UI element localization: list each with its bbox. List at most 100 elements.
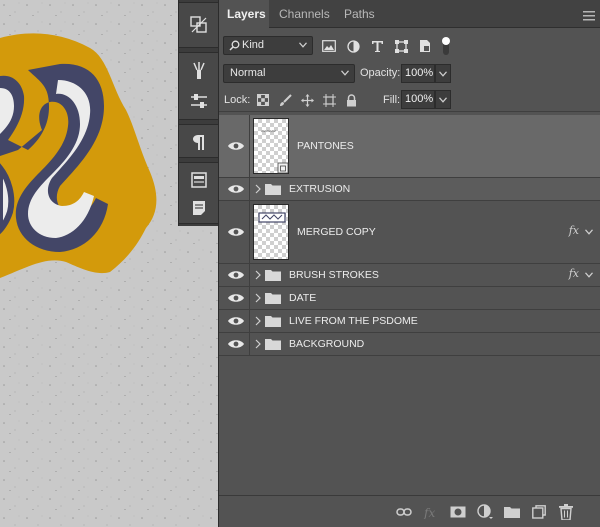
chevron-down-icon xyxy=(439,70,447,77)
layer-name[interactable]: PANTONES xyxy=(297,140,354,152)
folder-icon xyxy=(265,339,281,350)
layer-name[interactable]: BACKGROUND xyxy=(289,338,364,350)
paragraph-icon[interactable] xyxy=(187,130,211,154)
adjustment-filter-icon[interactable] xyxy=(345,38,361,54)
row-divider xyxy=(249,115,250,177)
folder-icon xyxy=(265,293,281,304)
dock-group-2 xyxy=(179,52,219,120)
row-divider xyxy=(249,333,250,355)
layer-name[interactable]: LIVE FROM THE PSDOME xyxy=(289,315,418,327)
layer-mask-icon[interactable] xyxy=(450,504,466,520)
layer-name[interactable]: EXTRUSION xyxy=(289,183,350,195)
layer-name[interactable]: DATE xyxy=(289,292,316,304)
clone-source-icon[interactable] xyxy=(187,13,211,37)
brush-presets-icon[interactable] xyxy=(187,59,211,83)
kind-filter-dropdown[interactable]: Kind xyxy=(223,36,313,55)
visibility-eye-icon[interactable] xyxy=(227,315,245,327)
folder-icon xyxy=(265,184,281,195)
visibility-eye-icon[interactable] xyxy=(227,183,245,195)
layer-effects-badge[interactable]: fx xyxy=(569,267,579,280)
layer-row-background[interactable]: BACKGROUND xyxy=(219,333,600,356)
row-divider xyxy=(249,201,250,263)
tab-channels[interactable]: Channels xyxy=(271,0,333,28)
layer-effects-badge[interactable]: fx xyxy=(569,224,579,237)
layer-style-icon[interactable]: fx xyxy=(423,504,439,520)
shape-filter-icon[interactable] xyxy=(393,38,409,54)
chevron-right-icon[interactable] xyxy=(254,293,262,303)
lettering-thumbnail-icon xyxy=(258,212,286,223)
layer-thumbnail xyxy=(253,204,289,260)
delete-layer-icon[interactable] xyxy=(558,504,574,520)
lock-row: Lock: Fill: 100% xyxy=(219,88,600,112)
filter-toggle-icon[interactable] xyxy=(440,36,452,56)
smart-object-filter-icon[interactable] xyxy=(417,38,433,54)
filter-row: Kind xyxy=(219,34,600,58)
lock-artboard-icon[interactable] xyxy=(321,92,337,108)
layer-name[interactable]: BRUSH STROKES xyxy=(289,269,379,281)
link-layers-icon[interactable] xyxy=(396,504,412,520)
chevron-right-icon[interactable] xyxy=(254,316,262,326)
chevron-down-icon xyxy=(299,42,307,48)
visibility-eye-icon[interactable] xyxy=(227,338,245,350)
properties-icon[interactable] xyxy=(187,168,211,192)
row-divider xyxy=(249,264,250,286)
kind-filter-label: Kind xyxy=(242,39,265,51)
tab-layers[interactable]: Layers xyxy=(219,0,269,29)
smart-object-badge-icon: ~~~ xyxy=(261,128,289,174)
type-filter-icon[interactable] xyxy=(369,38,385,54)
lock-transparent-icon[interactable] xyxy=(255,92,271,108)
layer-thumbnail: ~~~ xyxy=(253,118,289,174)
layer-row-merged-copy[interactable]: MERGED COPY fx xyxy=(219,201,600,264)
chevron-down-icon[interactable] xyxy=(585,229,593,235)
lock-image-icon[interactable] xyxy=(277,92,293,108)
fill-slider-toggle[interactable] xyxy=(435,90,451,109)
visibility-eye-icon[interactable] xyxy=(227,292,245,304)
dock-group-1 xyxy=(179,2,219,48)
layer-row-brush-strokes[interactable]: BRUSH STROKES fx xyxy=(219,264,600,287)
layer-row-pantones[interactable]: ~~~ PANTONES xyxy=(219,115,600,178)
dock-group-3 xyxy=(179,124,219,158)
chevron-right-icon[interactable] xyxy=(254,339,262,349)
visibility-eye-icon[interactable] xyxy=(227,140,245,152)
adjustments-sliders-icon[interactable] xyxy=(187,89,211,113)
fill-label: Fill: xyxy=(383,94,401,106)
chevron-down-icon[interactable] xyxy=(585,272,593,278)
opacity-label: Opacity: xyxy=(360,67,401,79)
svg-text:fx: fx xyxy=(423,506,435,519)
row-divider xyxy=(249,287,250,309)
chevron-down-icon xyxy=(439,96,447,103)
layer-row-live-from-the-psdome[interactable]: LIVE FROM THE PSDOME xyxy=(219,310,600,333)
layers-bottom-toolbar: fx xyxy=(219,495,600,527)
lock-position-icon[interactable] xyxy=(299,92,315,108)
fill-input[interactable]: 100% xyxy=(401,90,435,109)
tab-paths[interactable]: Paths xyxy=(336,0,382,28)
image-filter-icon[interactable] xyxy=(321,38,337,54)
visibility-eye-icon[interactable] xyxy=(227,226,245,238)
lock-all-icon[interactable] xyxy=(343,92,359,108)
chevron-down-icon xyxy=(341,70,349,76)
adjustment-layer-icon[interactable] xyxy=(477,504,493,520)
hamburger-menu-icon[interactable] xyxy=(583,8,595,21)
layer-row-date[interactable]: DATE xyxy=(219,287,600,310)
lock-label: Lock: xyxy=(224,94,251,106)
blend-mode-dropdown[interactable]: Normal xyxy=(223,64,355,83)
blend-mode-value: Normal xyxy=(230,67,266,79)
row-divider xyxy=(249,178,250,200)
blend-row: Normal Opacity: 100% xyxy=(219,62,600,86)
folder-icon xyxy=(265,270,281,281)
chevron-right-icon[interactable] xyxy=(254,184,262,194)
opacity-input[interactable]: 100% xyxy=(401,64,435,83)
layer-name[interactable]: MERGED COPY xyxy=(297,226,376,238)
new-layer-icon[interactable] xyxy=(531,504,547,520)
panel-dock-column xyxy=(178,0,219,226)
layers-panel: Layers Channels Paths Kind Normal Opacit… xyxy=(218,0,600,527)
search-icon xyxy=(229,40,240,51)
notes-icon[interactable] xyxy=(187,196,211,220)
opacity-slider-toggle[interactable] xyxy=(435,64,451,83)
dock-group-4 xyxy=(179,162,219,224)
chevron-right-icon[interactable] xyxy=(254,270,262,280)
visibility-eye-icon[interactable] xyxy=(227,269,245,281)
row-divider xyxy=(249,310,250,332)
layer-row-extrusion[interactable]: EXTRUSION xyxy=(219,178,600,201)
new-group-icon[interactable] xyxy=(504,504,520,520)
